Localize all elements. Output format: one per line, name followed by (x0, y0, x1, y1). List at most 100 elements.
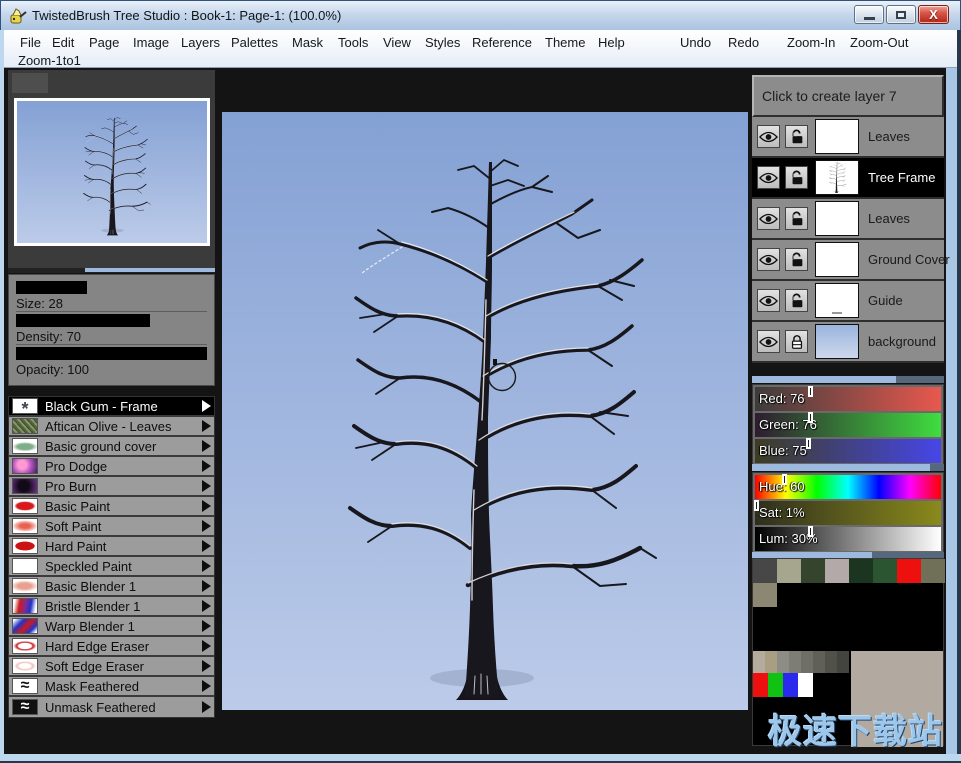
menu-item-edit[interactable]: Edit (49, 34, 77, 51)
palette-swatch[interactable] (777, 559, 801, 583)
layer-row-leaves[interactable]: Leaves (752, 117, 944, 158)
brush-item[interactable]: Speckled Paint (9, 557, 214, 577)
menu-item-palettes[interactable]: Palettes (228, 34, 281, 51)
menu-item-view[interactable]: View (380, 34, 414, 51)
slider-value-bar[interactable] (16, 347, 207, 360)
layer-thumbnail[interactable] (815, 242, 859, 277)
layer-lock-icon[interactable] (785, 289, 808, 312)
color-slider-marker[interactable] (782, 474, 787, 485)
layer-lock-icon[interactable] (785, 248, 808, 271)
layer-visibility-eye-icon[interactable] (757, 289, 780, 312)
palette-swatch[interactable] (753, 583, 777, 607)
menu-item-file[interactable]: File (17, 34, 44, 51)
brush-expand-arrow-icon[interactable] (202, 500, 211, 512)
layer-thumbnail[interactable] (815, 283, 859, 318)
palette-swatch[interactable] (768, 673, 783, 697)
color-slider-marker[interactable] (808, 526, 813, 537)
brush-item[interactable]: Basic Paint (9, 497, 214, 517)
brush-item[interactable]: Basic Blender 1 (9, 577, 214, 597)
slider-value-bar[interactable] (16, 314, 150, 327)
rgb-scrollbar[interactable] (752, 464, 930, 471)
color-slider-hue[interactable]: Hue: 60 (755, 475, 941, 499)
layer-lock-icon[interactable] (785, 330, 808, 353)
brush-item[interactable]: Soft Edge Eraser (9, 657, 214, 677)
brush-expand-arrow-icon[interactable] (202, 480, 211, 492)
tree-preview-thumbnail[interactable] (14, 98, 210, 246)
color-slider-marker[interactable] (754, 500, 759, 511)
color-slider-marker[interactable] (808, 386, 813, 397)
layer-row-background[interactable]: background (752, 322, 944, 363)
palette-swatch[interactable] (897, 559, 921, 583)
palette-swatch[interactable] (777, 651, 789, 673)
color-slider-marker[interactable] (808, 412, 813, 423)
brush-expand-arrow-icon[interactable] (202, 580, 211, 592)
brush-expand-arrow-icon[interactable] (202, 701, 211, 713)
menu-action-redo[interactable]: Redo (725, 34, 762, 51)
palette-swatch[interactable] (801, 559, 825, 583)
close-button[interactable]: X (918, 5, 949, 24)
color-slider-green[interactable]: Green: 76 (755, 413, 941, 437)
brush-item[interactable]: Pro Dodge (9, 457, 214, 477)
palette-swatch[interactable] (825, 651, 837, 673)
title-bar[interactable]: TwistedBrush Tree Studio : Book-1: Page-… (0, 0, 961, 30)
brush-expand-arrow-icon[interactable] (202, 460, 211, 472)
palette-swatch[interactable] (825, 559, 849, 583)
brush-expand-arrow-icon[interactable] (202, 400, 211, 412)
brush-expand-arrow-icon[interactable] (202, 540, 211, 552)
layer-thumbnail[interactable] (815, 119, 859, 154)
layer-visibility-eye-icon[interactable] (757, 248, 780, 271)
brush-item[interactable]: Mask Feathered (9, 677, 214, 697)
palette-swatch[interactable] (801, 651, 813, 673)
layer-thumbnail[interactable] (815, 160, 859, 195)
slider-value-bar[interactable] (16, 281, 87, 294)
brush-item[interactable]: Hard Edge Eraser (9, 637, 214, 657)
layer-visibility-eye-icon[interactable] (757, 125, 780, 148)
menu-item-styles[interactable]: Styles (422, 34, 463, 51)
menu-item-theme[interactable]: Theme (542, 34, 588, 51)
slider-track[interactable] (16, 347, 207, 360)
menu-item-help[interactable]: Help (595, 34, 628, 51)
minimize-button[interactable] (854, 5, 884, 24)
menu-item-page[interactable]: Page (86, 34, 122, 51)
menu-item-layers[interactable]: Layers (178, 34, 223, 51)
menu-item-image[interactable]: Image (130, 34, 172, 51)
palette-swatch[interactable] (798, 673, 813, 697)
layer-lock-icon[interactable] (785, 166, 808, 189)
brush-item[interactable]: Aftican Olive - Leaves (9, 417, 214, 437)
brush-expand-arrow-icon[interactable] (202, 680, 211, 692)
layer-visibility-eye-icon[interactable] (757, 166, 780, 189)
palette-swatch[interactable] (873, 559, 897, 583)
brush-expand-arrow-icon[interactable] (202, 560, 211, 572)
layer-visibility-eye-icon[interactable] (757, 330, 780, 353)
palette-swatch[interactable] (921, 559, 945, 583)
brush-item[interactable]: Pro Burn (9, 477, 214, 497)
palette-swatch[interactable] (765, 651, 777, 673)
brush-expand-arrow-icon[interactable] (202, 520, 211, 532)
create-layer-button[interactable]: Click to create layer 7 (752, 75, 944, 117)
brush-item[interactable]: Basic ground cover (9, 437, 214, 457)
layer-row-tree-frame[interactable]: Tree Frame (752, 158, 944, 199)
menu-item-reference[interactable]: Reference (469, 34, 535, 51)
palette-swatch[interactable] (753, 673, 768, 697)
color-slider-blue[interactable]: Blue: 75 (755, 439, 941, 463)
palette-swatch[interactable] (753, 559, 777, 583)
palette-swatch[interactable] (837, 651, 849, 673)
brush-expand-arrow-icon[interactable] (202, 660, 211, 672)
slider-track[interactable] (16, 281, 207, 294)
brush-expand-arrow-icon[interactable] (202, 440, 211, 452)
left-panel-scrollbar[interactable] (85, 268, 215, 272)
menu-action-zoom-1to1[interactable]: Zoom-1to1 (15, 52, 84, 69)
layer-row-leaves[interactable]: Leaves (752, 199, 944, 240)
palette-swatch[interactable] (849, 559, 873, 583)
menu-action-zoom-out[interactable]: Zoom-Out (847, 34, 912, 51)
slider-track[interactable] (16, 314, 207, 327)
color-slider-marker[interactable] (806, 438, 811, 449)
brush-item[interactable]: Bristle Blender 1 (9, 597, 214, 617)
palette-swatch[interactable] (783, 673, 798, 697)
color-slider-red[interactable]: Red: 76 (755, 387, 941, 411)
brush-expand-arrow-icon[interactable] (202, 620, 211, 632)
palette-swatch[interactable] (789, 651, 801, 673)
restore-button[interactable] (886, 5, 916, 24)
menu-action-undo[interactable]: Undo (677, 34, 714, 51)
palette-swatch[interactable] (813, 651, 825, 673)
